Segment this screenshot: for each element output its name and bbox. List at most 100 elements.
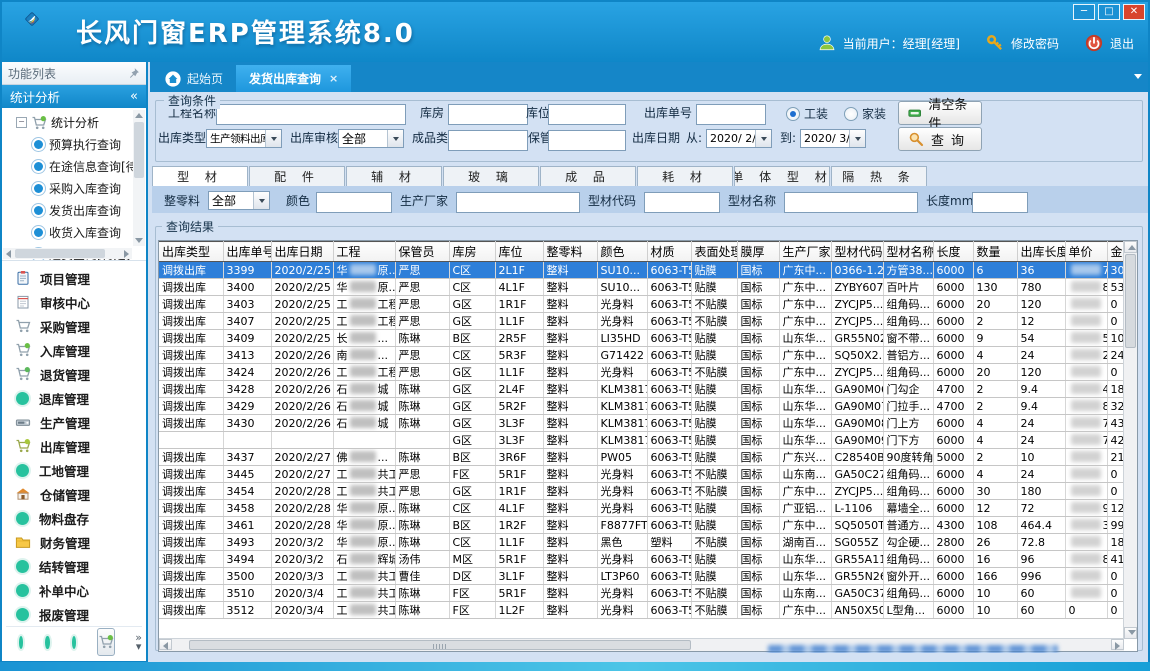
material-tab[interactable]: 单 体 型 材	[734, 166, 830, 186]
table-row[interactable]: 调拨出库35122020/3/4工共工程陈琳F区1L2F整料光身料6063-T5…	[159, 602, 1131, 619]
table-row[interactable]: 调拨出库34292020/2/26石城陈琳G区5R2F整料KLM38176063…	[159, 398, 1131, 415]
material-tab[interactable]: 玻 璃	[443, 166, 539, 186]
product-type-input[interactable]	[448, 130, 528, 151]
sidebar-menu-item[interactable]: 审核中心	[2, 290, 142, 314]
quick-dot-icon[interactable]	[45, 636, 49, 649]
column-header[interactable]: 库房	[449, 242, 495, 262]
column-header[interactable]: 颜色	[597, 242, 647, 262]
column-header[interactable]: 生产厂家	[779, 242, 831, 262]
sidebar-menu-item[interactable]: 生产管理	[2, 410, 142, 434]
table-row[interactable]: 调拨出库34032020/2/25工工程严思G区1R1F整料光身料6063-T5…	[159, 296, 1131, 313]
column-header[interactable]: 库位	[495, 242, 543, 262]
minimize-button[interactable]: ─	[1073, 4, 1095, 20]
radio-gongzhuang[interactable]: 工装	[786, 105, 828, 122]
search-button[interactable]: 查 询	[898, 127, 982, 151]
maximize-button[interactable]: □	[1098, 4, 1120, 20]
expand-more-icon[interactable]: »▾	[135, 633, 142, 651]
sidebar-menu-item[interactable]: 工地管理	[2, 458, 142, 482]
table-row[interactable]: 调拨出库34242020/2/26工工程严思G区1L1F整料光身料6063-T5…	[159, 364, 1131, 381]
column-header[interactable]: 材质	[647, 242, 691, 262]
warehouse-input[interactable]	[448, 104, 528, 125]
date-to-select[interactable]: 2020/ 3/16	[800, 129, 866, 148]
close-button[interactable]: ✕	[1123, 4, 1145, 20]
collapse-left-icon[interactable]: «	[130, 89, 138, 104]
table-row[interactable]: G区3L3F整料KLM38176063-T5贴膜国标山东华...GA90M09.…	[159, 432, 1131, 449]
material-tab[interactable]: 耗 材	[637, 166, 733, 186]
tree-vertical-scrollbar[interactable]	[133, 110, 145, 246]
column-header[interactable]: 出库类型	[159, 242, 223, 262]
whole-part-select[interactable]: 全部	[208, 191, 270, 210]
column-header[interactable]: 工程	[333, 242, 395, 262]
profile-name-input[interactable]	[784, 192, 918, 213]
material-tab[interactable]: 配 件	[249, 166, 345, 186]
table-row[interactable]: 调拨出库34942020/3/2石辉城汤伟M区5R1F整料光身料6063-T5贴…	[159, 551, 1131, 568]
material-tab[interactable]: 隔 热 条	[831, 166, 927, 186]
sidebar-group-header[interactable]: 统计分析 «	[2, 85, 146, 108]
project-name-input[interactable]	[216, 104, 406, 125]
column-header[interactable]: 型材代码	[831, 242, 883, 262]
sidebar-menu-item[interactable]: 结转管理	[2, 554, 142, 578]
sidebar-menu-item[interactable]: 入库管理	[2, 338, 142, 362]
clear-conditions-button[interactable]: 清空条件	[898, 101, 982, 125]
table-row[interactable]: 调拨出库34452020/2/27工共工程严思F区5R1F整料光身料6063-T…	[159, 466, 1131, 483]
quick-dot-icon[interactable]	[19, 636, 23, 649]
quick-cart-button[interactable]	[97, 628, 115, 656]
logout-link[interactable]: 退出	[1110, 35, 1134, 52]
quick-dot-icon[interactable]	[72, 636, 76, 649]
table-row[interactable]: 调拨出库34002020/2/25华原...严思C区4L1F整料SU10...6…	[159, 279, 1131, 296]
length-input[interactable]	[972, 192, 1028, 213]
change-password-link[interactable]: 修改密码	[1011, 35, 1059, 52]
location-input[interactable]	[548, 104, 626, 125]
column-header[interactable]: 表面处理	[691, 242, 737, 262]
table-row[interactable]: 调拨出库34302020/2/26石城陈琳G区3L3F整料KLM38176063…	[159, 415, 1131, 432]
column-header[interactable]: 单价	[1065, 242, 1107, 262]
table-row[interactable]: 调拨出库34132020/2/26南...严思C区5R3F整料G71422606…	[159, 347, 1131, 364]
sidebar-menu-item[interactable]: 财务管理	[2, 530, 142, 554]
order-no-input[interactable]	[696, 104, 766, 125]
tree-item[interactable]: 预算执行查询	[2, 133, 146, 155]
sidebar-menu-item[interactable]: 退货管理	[2, 362, 142, 386]
date-from-select[interactable]: 2020/ 2/16	[706, 129, 772, 148]
material-tab[interactable]: 辅 材	[346, 166, 442, 186]
table-row[interactable]: 调拨出库34092020/2/25长...陈琳B区2R5F整料LI35HD606…	[159, 330, 1131, 347]
table-row[interactable]: 调拨出库34582020/2/28华原...陈琳C区4L1F整料光身料6063-…	[159, 500, 1131, 517]
color-input[interactable]	[316, 192, 392, 213]
audit-select[interactable]: 全部	[338, 129, 404, 148]
sidebar-menu-item[interactable]: 补单中心	[2, 578, 142, 602]
out-type-select[interactable]: 生产领料出库	[206, 129, 282, 148]
sidebar-menu-item[interactable]: 项目管理	[2, 266, 142, 290]
column-header[interactable]: 出库长度	[1017, 242, 1065, 262]
column-header[interactable]: 长度	[933, 242, 973, 262]
sidebar-menu-item[interactable]: 仓储管理	[2, 482, 142, 506]
table-row[interactable]: 调拨出库34932020/3/2华原...陈琳C区1L1F整料黑色塑料不贴膜国标…	[159, 534, 1131, 551]
table-row[interactable]: 调拨出库35102020/3/4工共工程陈琳F区5R1F整料光身料6063-T5…	[159, 585, 1131, 602]
table-row[interactable]: 调拨出库35002020/3/3工共工程曹佳D区3L1F整料LT3P606063…	[159, 568, 1131, 585]
tab-home[interactable]: 起始页	[152, 65, 236, 92]
column-header[interactable]: 型材名称	[883, 242, 933, 262]
pin-icon[interactable]	[128, 67, 140, 79]
tree-item[interactable]: 采购入库查询	[2, 177, 146, 199]
column-header[interactable]: 数量	[973, 242, 1017, 262]
material-tab[interactable]: 成 品	[540, 166, 636, 186]
table-row[interactable]: 调拨出库34612020/2/28华原...陈琳B区1R2F整料F8877FT6…	[159, 517, 1131, 534]
column-header[interactable]: 膜厚	[737, 242, 779, 262]
sidebar-menu-item[interactable]: 出库管理	[2, 434, 142, 458]
column-header[interactable]: 保管员	[395, 242, 449, 262]
sidebar-menu-item[interactable]: 物料盘存	[2, 506, 142, 530]
tab-close-icon[interactable]: ×	[329, 72, 338, 85]
tree-item[interactable]: 发货出库查询	[2, 199, 146, 221]
column-header[interactable]: 整零料	[543, 242, 597, 262]
table-row[interactable]: 调拨出库34372020/2/27佛...陈琳B区3R6F整料PW056063-…	[159, 449, 1131, 466]
table-row[interactable]: 调拨出库33992020/2/25华原...严思C区2L1F整料SU10...6…	[159, 262, 1131, 279]
sidebar-menu-item[interactable]: 报废管理	[2, 602, 142, 626]
tree-item[interactable]: 在途信息查询[待	[2, 155, 146, 177]
keeper-input[interactable]	[548, 130, 626, 151]
tree-root-node[interactable]: − 统计分析	[2, 108, 146, 133]
column-header[interactable]: 出库日期	[271, 242, 333, 262]
table-vertical-scrollbar[interactable]	[1123, 241, 1137, 639]
material-tab[interactable]: 型 材	[152, 166, 248, 187]
profile-code-input[interactable]	[644, 192, 720, 213]
tree-horizontal-scrollbar[interactable]	[3, 248, 132, 259]
column-header[interactable]: 出库单号	[223, 242, 271, 262]
table-row[interactable]: 调拨出库34072020/2/25工工程严思G区1L1F整料光身料6063-T5…	[159, 313, 1131, 330]
